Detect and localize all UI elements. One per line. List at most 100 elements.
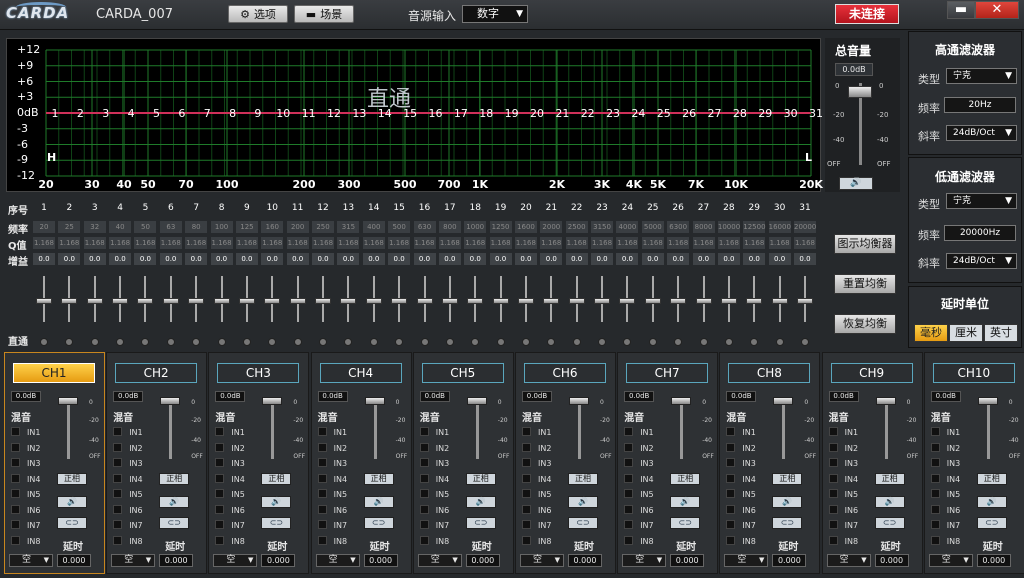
lowpass-marker[interactable]: L	[805, 151, 812, 164]
mix-checkbox[interactable]	[419, 520, 429, 529]
mix-checkbox[interactable]	[317, 520, 327, 529]
band-gain-slider[interactable]	[365, 298, 382, 304]
mix-input-2[interactable]: IN2	[11, 442, 40, 453]
band-marker[interactable]: 27	[708, 107, 722, 120]
band-gain-field[interactable]: 0.0	[667, 253, 690, 265]
band-bypass-toggle[interactable]	[395, 338, 404, 346]
band-q-field[interactable]: 1.168	[58, 237, 81, 249]
channel-link-button[interactable]: ⊂⊃	[465, 517, 496, 529]
mix-input-5[interactable]: IN5	[215, 489, 245, 499]
band-q-field[interactable]: 1.168	[109, 237, 132, 249]
mix-checkbox[interactable]	[317, 504, 327, 514]
band-freq-field[interactable]: 20	[33, 221, 55, 233]
channel-select-button[interactable]: CH9	[830, 363, 913, 383]
channel-type-select[interactable]: 空 ▼	[9, 554, 53, 567]
band-freq-field[interactable]: 32	[83, 221, 106, 233]
band-gain-field[interactable]: 0.0	[235, 253, 258, 265]
band-q-field[interactable]: 1.168	[413, 237, 436, 249]
band-gain-field[interactable]: 0.0	[159, 253, 182, 265]
band-q-field[interactable]: 1.168	[210, 237, 233, 249]
band-bypass-toggle[interactable]	[344, 338, 353, 346]
band-q-field[interactable]: 1.168	[591, 237, 614, 249]
delay-input[interactable]: 0.000	[57, 554, 91, 567]
band-marker[interactable]: 8	[229, 107, 236, 120]
mix-input-7[interactable]: IN7	[113, 520, 143, 530]
mix-input-4[interactable]: IN4	[113, 473, 143, 484]
channel-volume-slider[interactable]	[977, 397, 998, 405]
band-gain-field[interactable]: 0.0	[134, 253, 157, 265]
mix-checkbox[interactable]	[522, 520, 531, 529]
band-gain-field[interactable]: 0.0	[58, 253, 81, 265]
mix-checkbox[interactable]	[522, 458, 531, 467]
channel-mute-button[interactable]: 🔊	[976, 496, 1007, 508]
channel-link-button[interactable]: ⊂⊃	[57, 517, 87, 529]
channel-link-button[interactable]: ⊂⊃	[874, 517, 905, 529]
band-q-field[interactable]: 1.168	[692, 237, 715, 249]
band-q-field[interactable]: 1.168	[286, 237, 309, 249]
band-bypass-toggle[interactable]	[217, 338, 226, 346]
channel-volume-slider[interactable]	[875, 397, 896, 405]
connection-status-button[interactable]: 未连接	[835, 4, 899, 24]
mix-checkbox[interactable]	[113, 473, 123, 483]
channel-mute-button[interactable]: 🔊	[465, 496, 496, 508]
channel-select-button[interactable]: CH5	[421, 363, 504, 383]
band-marker[interactable]: 1	[52, 107, 59, 120]
mix-checkbox[interactable]	[215, 504, 225, 514]
channel-mute-button[interactable]: 🔊	[670, 496, 701, 508]
band-freq-field[interactable]: 8000	[692, 221, 715, 233]
band-gain-field[interactable]: 0.0	[109, 253, 132, 265]
mix-input-2[interactable]: IN2	[419, 442, 449, 453]
band-freq-field[interactable]: 1600	[514, 221, 537, 233]
mix-checkbox[interactable]	[726, 520, 736, 529]
channel-link-button[interactable]: ⊂⊃	[670, 517, 701, 529]
mix-checkbox[interactable]	[419, 473, 429, 483]
channel-type-select[interactable]: 空 ▼	[622, 554, 667, 567]
band-gain-field[interactable]: 0.0	[717, 253, 740, 265]
mix-checkbox[interactable]	[624, 458, 634, 467]
channel-volume-slider[interactable]	[58, 397, 78, 405]
mix-checkbox[interactable]	[113, 520, 123, 529]
mix-input-7[interactable]: IN7	[726, 520, 756, 530]
mix-input-1[interactable]: IN1	[11, 427, 40, 437]
band-bypass-toggle[interactable]	[242, 338, 251, 346]
mix-input-5[interactable]: IN5	[317, 489, 347, 499]
mix-checkbox[interactable]	[624, 427, 634, 436]
mix-input-7[interactable]: IN7	[828, 520, 858, 530]
mix-input-6[interactable]: IN6	[522, 504, 551, 515]
band-bypass-toggle[interactable]	[65, 338, 74, 346]
band-bypass-toggle[interactable]	[192, 338, 201, 346]
delay-input[interactable]: 0.000	[363, 554, 398, 567]
mix-input-6[interactable]: IN6	[215, 504, 245, 515]
band-freq-field[interactable]: 800	[438, 221, 461, 233]
channel-link-button[interactable]: ⊂⊃	[159, 517, 190, 529]
band-bypass-toggle[interactable]	[699, 338, 708, 346]
mix-input-7[interactable]: IN7	[11, 520, 40, 530]
band-gain-field[interactable]: 0.0	[362, 253, 385, 265]
mix-checkbox[interactable]	[11, 520, 20, 529]
channel-volume-slider[interactable]	[569, 397, 589, 405]
mix-checkbox[interactable]	[828, 520, 838, 529]
mix-checkbox[interactable]	[828, 458, 838, 467]
band-marker[interactable]: 6	[178, 107, 185, 120]
channel-select-button[interactable]: CH3	[217, 363, 300, 383]
phase-button[interactable]: 正相	[976, 473, 1007, 485]
band-gain-slider[interactable]	[416, 298, 433, 304]
band-freq-field[interactable]: 1000	[464, 221, 487, 233]
mix-checkbox[interactable]	[215, 458, 225, 467]
delay-input[interactable]: 0.000	[159, 554, 194, 567]
mix-checkbox[interactable]	[317, 427, 327, 436]
mix-input-1[interactable]: IN1	[215, 427, 245, 437]
scene-button[interactable]: ▬ 场景	[294, 5, 354, 23]
channel-type-select[interactable]: 空 ▼	[520, 554, 564, 567]
channel-volume-slider[interactable]	[262, 397, 283, 405]
band-marker[interactable]: 30	[784, 107, 798, 120]
band-q-field[interactable]: 1.168	[33, 237, 55, 249]
mix-input-1[interactable]: IN1	[113, 427, 143, 437]
band-q-field[interactable]: 1.168	[464, 237, 487, 249]
band-bypass-toggle[interactable]	[775, 338, 784, 346]
band-gain-slider[interactable]	[188, 298, 205, 304]
band-freq-field[interactable]: 50	[134, 221, 157, 233]
delay-input[interactable]: 0.000	[670, 554, 705, 567]
mix-checkbox[interactable]	[215, 520, 225, 529]
channel-mute-button[interactable]: 🔊	[363, 496, 394, 508]
